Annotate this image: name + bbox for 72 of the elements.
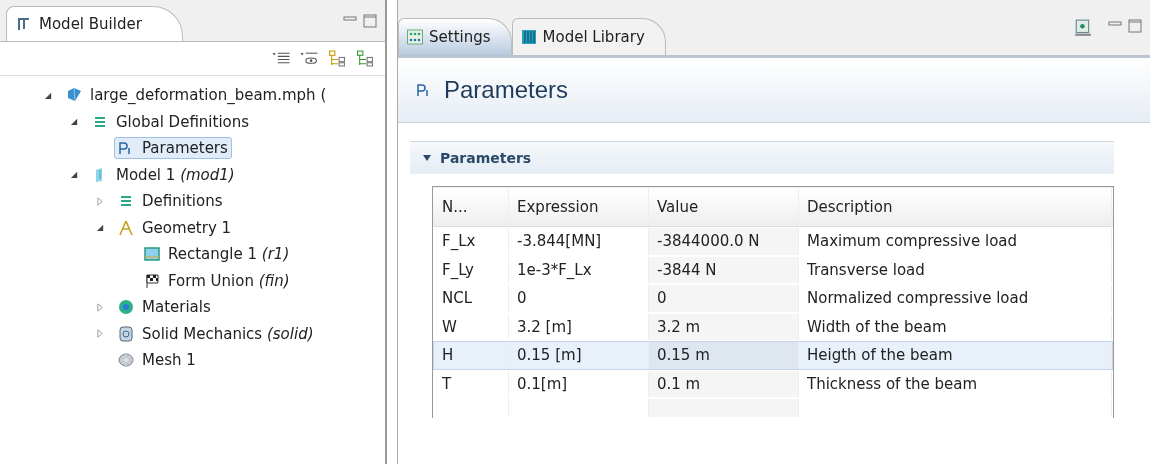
table-row[interactable]: H 0.15 [m] 0.15 m Heigth of the beam [433, 341, 1113, 370]
sphere-icon [118, 299, 134, 316]
section-header[interactable]: Parameters [410, 141, 1114, 174]
table-cell: W [434, 313, 509, 340]
tree-item[interactable]: Mesh 1 [114, 349, 200, 372]
maximize-icon[interactable] [1128, 18, 1142, 33]
settings-icon [407, 29, 423, 45]
rectangle-icon [144, 246, 160, 263]
table-cell: 0.15 m [649, 342, 799, 369]
expanded-arrow-icon[interactable] [70, 170, 79, 180]
books-icon [520, 29, 537, 45]
tree-item[interactable]: Geometry 1 [114, 216, 236, 239]
column-header[interactable]: Expression [509, 188, 649, 226]
table-cell: NCL [434, 285, 509, 312]
tree-item[interactable]: large_deformation_beam.mph ( [62, 84, 331, 107]
tree-item[interactable]: Global Definitions [88, 110, 254, 133]
table-cell: 0.15 [m] [509, 342, 649, 369]
hierarchy-icon[interactable] [355, 50, 375, 67]
expanded-arrow-icon[interactable] [70, 117, 79, 127]
checkered-flag-icon [144, 272, 160, 289]
page-title: Parameters [444, 76, 569, 104]
eye-icon[interactable] [299, 50, 319, 67]
table-cell: Heigth of the beam [799, 342, 1112, 369]
table-cell: Width of the beam [799, 313, 1112, 340]
expanded-arrow-icon [422, 153, 432, 163]
table-cell: 1e-3*F_Lx [509, 256, 649, 283]
table-cell: 0.1[m] [509, 370, 649, 397]
table-cell: -3844 N [649, 256, 799, 283]
table-row[interactable]: T 0.1[m] 0.1 m Thickness of the beam [433, 369, 1113, 398]
maximize-icon[interactable] [363, 13, 377, 28]
tree-item[interactable]: Definitions [114, 190, 227, 213]
hierarchy-icon[interactable] [327, 50, 347, 67]
column-header[interactable]: Description [799, 188, 1112, 226]
tree-item[interactable]: Model 1 (mod1) [88, 163, 239, 186]
panel-tab[interactable]: Model Library [511, 18, 666, 55]
expanded-arrow-icon[interactable] [44, 90, 53, 100]
table-cell: T [434, 370, 509, 397]
table-cell: 3.2 m [649, 313, 799, 340]
tree-item[interactable]: Parameters [114, 137, 232, 160]
table-cell: F_Lx [434, 228, 509, 255]
table-cell: Thickness of the beam [799, 370, 1112, 397]
table-cell: 0 [649, 285, 799, 312]
tree-item[interactable]: Rectangle 1 (r1) [140, 243, 294, 266]
panel-tab[interactable]: Settings [398, 18, 512, 55]
cylinder-icon [118, 325, 134, 342]
column-header[interactable]: Value [649, 188, 799, 226]
expanded-arrow-icon[interactable] [96, 223, 105, 233]
table-row[interactable]: F_Lx -3.844[MN] -3844000.0 N Maximum compressive load [433, 227, 1113, 256]
table-row[interactable]: NCL 0 0 Normalized compressive load [433, 284, 1113, 313]
table-cell: -3.844[MN] [509, 228, 649, 255]
compass-icon [118, 219, 134, 236]
table-cell: Maximum compressive load [799, 228, 1112, 255]
tree-item[interactable]: Form Union (fin) [140, 269, 294, 292]
tree-item[interactable]: Materials [114, 296, 215, 319]
table-cell: 0.1 m [649, 370, 799, 397]
column-header[interactable]: N... [434, 188, 509, 226]
cube-icon [66, 87, 82, 104]
table-cell: -3844000.0 N [649, 228, 799, 255]
mesh-icon [118, 352, 134, 369]
table-row[interactable]: F_Ly 1e-3*F_Lx -3844 N Transverse load [433, 255, 1113, 284]
panel-tab[interactable]: Model Builder [6, 6, 183, 41]
table-cell: F_Ly [434, 256, 509, 283]
tree-item[interactable]: Solid Mechanics (solid) [114, 322, 318, 345]
collapsed-arrow-icon[interactable] [96, 196, 105, 206]
table-cell: H [434, 342, 509, 369]
table-cell: Normalized compressive load [799, 285, 1112, 312]
table-cell: Transverse load [799, 256, 1112, 283]
table-cell: 0 [509, 285, 649, 312]
collapsed-arrow-icon[interactable] [96, 329, 105, 339]
collapsed-arrow-icon[interactable] [96, 302, 105, 312]
table-row[interactable]: W 3.2 [m] 3.2 m Width of the beam [433, 312, 1113, 341]
table-cell: 3.2 [m] [509, 313, 649, 340]
